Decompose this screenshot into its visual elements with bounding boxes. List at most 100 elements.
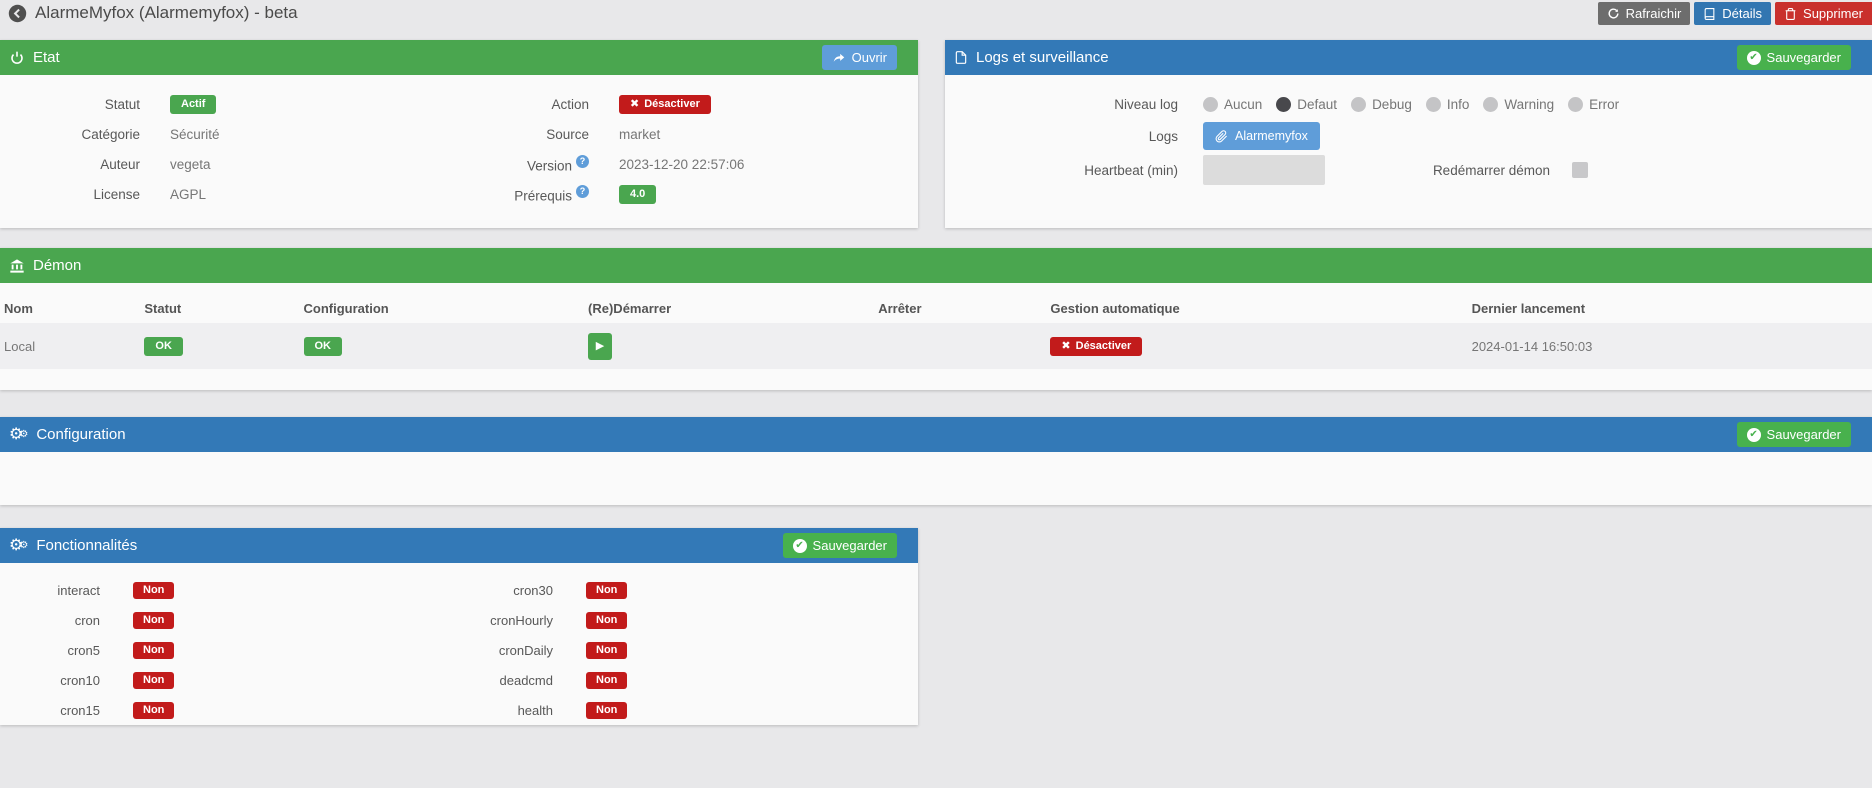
demon-row-local: Local OK OK ▶ ✖ Désactiver 2024-01-14 16:… <box>0 323 1872 369</box>
fonc-badge-cronhourly: Non <box>586 611 628 629</box>
heartbeat-row: Heartbeat (min) Redémarrer démon <box>945 153 1872 187</box>
logs-row: Logs Alarmemyfox <box>945 119 1872 153</box>
fonctionnalites-panel: ⚙ ⚙ Fonctionnalités ✔ Sauvegarder interac… <box>0 528 918 725</box>
radio-warning[interactable]: Warning <box>1483 96 1554 112</box>
fonc-row-cron: cron Non <box>0 605 459 635</box>
play-icon: ▶ <box>595 339 605 352</box>
logs-title: Logs et surveillance <box>976 49 1109 66</box>
fonc-row-cronhourly: cronHourly Non <box>459 605 918 635</box>
demon-nom: Local <box>0 323 141 369</box>
fonc-row-cron10: cron10 Non <box>0 665 459 695</box>
col-arreter: Arrêter <box>878 300 922 316</box>
radio-error[interactable]: Error <box>1568 96 1619 112</box>
configuration-save-button[interactable]: ✔ Sauvegarder <box>1736 422 1851 447</box>
gears-icon: ⚙ ⚙ <box>9 536 29 554</box>
fonc-badge-health: Non <box>586 701 628 719</box>
paperclip-icon <box>1215 129 1228 143</box>
demon-gestion-desactiver-button[interactable]: ✖ Désactiver <box>1050 336 1143 356</box>
col-redemarrer: (Re)Démarrer <box>588 300 672 316</box>
logfile-button[interactable]: Alarmemyfox <box>1203 122 1320 150</box>
radio-dot[interactable] <box>1425 96 1441 112</box>
fonctionnalites-save-button[interactable]: ✔ Sauvegarder <box>782 533 897 558</box>
back-icon[interactable] <box>8 4 27 23</box>
version-label: Version? <box>459 154 589 173</box>
restart-demon-checkbox[interactable] <box>1572 162 1588 178</box>
log-level-radio-group: Aucun Defaut Debug Info Warning Error <box>1203 96 1619 112</box>
page-title: AlarmeMyfox (Alarmemyfox) - beta <box>35 3 298 22</box>
topbar: AlarmeMyfox (Alarmemyfox) - beta Rafraic… <box>0 0 1872 28</box>
demon-table: Nom Statut Configuration (Re)Démarrer Ar… <box>0 293 1872 369</box>
categorie-label: Catégorie <box>81 126 140 142</box>
fonc-badge-cron: Non <box>133 611 175 629</box>
radio-debug[interactable]: Debug <box>1351 96 1412 112</box>
radio-dot[interactable] <box>1203 96 1218 112</box>
radio-dot[interactable] <box>1276 96 1292 112</box>
version-value: 2023-12-20 22:57:06 <box>619 156 745 172</box>
fonc-badge-cron30: Non <box>586 581 628 599</box>
details-button[interactable]: Détails <box>1694 2 1772 25</box>
check-icon: ✔ <box>1746 50 1761 65</box>
fonc-row-cron5: cron5 Non <box>0 635 459 665</box>
demon-header-row: Nom Statut Configuration (Re)Démarrer Ar… <box>0 293 1872 323</box>
source-label: Source <box>546 126 589 142</box>
x-icon: ✖ <box>1061 339 1071 352</box>
demon-config-badge: OK <box>303 336 342 356</box>
etat-panel: Etat Ouvrir Statut Actif Catégorie Sécur… <box>0 40 918 228</box>
radio-dot[interactable] <box>1351 96 1367 112</box>
logs-save-button[interactable]: ✔ Sauvegarder <box>1736 45 1851 70</box>
fonc-row-interact: interact Non <box>0 575 459 605</box>
version-help-icon[interactable]: ? <box>576 154 589 168</box>
fonc-badge-interact: Non <box>133 581 175 599</box>
power-icon <box>9 50 25 66</box>
statut-badge: Actif <box>170 94 217 114</box>
refresh-button[interactable]: Rafraichir <box>1597 2 1691 25</box>
auteur-value: vegeta <box>170 156 211 172</box>
fonc-row-health: health Non <box>459 695 918 725</box>
demon-start-button[interactable]: ▶ <box>588 332 613 360</box>
logs-label: Logs <box>1148 128 1178 144</box>
radio-dot[interactable] <box>1568 96 1584 112</box>
book-icon <box>1703 7 1716 21</box>
open-button[interactable]: Ouvrir <box>821 45 897 70</box>
col-dernier-lancement: Dernier lancement <box>1471 300 1586 316</box>
bank-icon <box>9 258 25 274</box>
prerequis-row: Prérequis? 4.0 <box>459 179 918 209</box>
delete-button[interactable]: Supprimer <box>1775 2 1872 25</box>
configuration-panel: ⚙ ⚙ Configuration ✔ Sauvegarder <box>0 417 1872 505</box>
prerequis-help-icon[interactable]: ? <box>576 184 589 198</box>
heartbeat-input[interactable] <box>1203 155 1325 185</box>
desactiver-plugin-button[interactable]: ✖ Désactiver <box>619 94 711 114</box>
fonc-badge-cron10: Non <box>133 671 175 689</box>
action-label: Action <box>551 96 589 112</box>
fonctionnalites-title: Fonctionnalités <box>36 537 138 554</box>
auteur-label: Auteur <box>100 156 140 172</box>
demon-panel: Démon Nom Statut Configuration (Re)Démar… <box>0 248 1872 390</box>
categorie-value: Sécurité <box>170 126 220 142</box>
source-row: Source market <box>459 119 918 149</box>
license-row: License AGPL <box>0 179 459 209</box>
restart-demon-label: Redémarrer démon <box>1432 162 1550 178</box>
radio-info[interactable]: Info <box>1425 96 1469 112</box>
gears-icon: ⚙ ⚙ <box>9 425 29 443</box>
trash-icon <box>1784 7 1797 21</box>
fonc-badge-cron5: Non <box>133 641 175 659</box>
configuration-body <box>0 452 1872 505</box>
col-gestion-automatique: Gestion automatique <box>1050 300 1180 316</box>
heartbeat-label: Heartbeat (min) <box>1084 162 1178 178</box>
categorie-row: Catégorie Sécurité <box>0 119 459 149</box>
demon-arreter-cell <box>874 323 1047 369</box>
radio-aucun[interactable]: Aucun <box>1203 96 1262 112</box>
statut-label: Statut <box>104 96 140 112</box>
radio-defaut[interactable]: Defaut <box>1276 96 1337 112</box>
fonc-badge-cron15: Non <box>133 701 175 719</box>
etat-title: Etat <box>33 49 60 66</box>
x-icon: ✖ <box>630 97 640 110</box>
version-row: Version? 2023-12-20 22:57:06 <box>459 149 918 179</box>
configuration-title: Configuration <box>36 426 126 443</box>
radio-dot[interactable] <box>1483 96 1499 112</box>
fonc-row-crondaily: cronDaily Non <box>459 635 918 665</box>
file-icon <box>954 50 968 65</box>
refresh-icon <box>1607 7 1620 20</box>
prerequis-badge: 4.0 <box>619 184 657 204</box>
fonc-badge-deadcmd: Non <box>586 671 628 689</box>
